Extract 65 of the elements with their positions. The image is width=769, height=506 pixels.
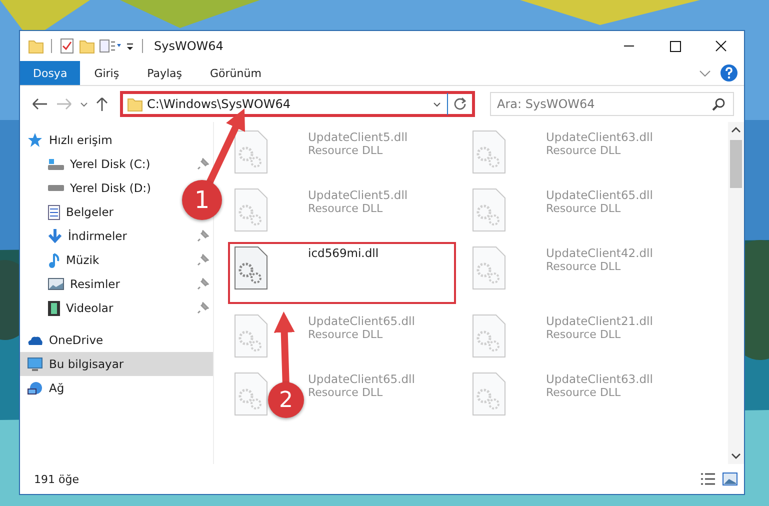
up-icon[interactable]	[94, 96, 110, 112]
sidebar-item[interactable]: Videolar	[66, 301, 114, 315]
file-type: Resource DLL	[546, 144, 622, 157]
file-name[interactable]: icd569mi.dll	[308, 246, 379, 260]
details-view-icon[interactable]	[700, 472, 716, 486]
network-icon	[27, 380, 43, 396]
item-count: 191 öğe	[34, 472, 79, 486]
computer-icon	[27, 356, 43, 372]
folder-icon	[28, 38, 44, 54]
sidebar-item[interactable]: Bu bilgisayar	[20, 352, 213, 376]
file-type: Resource DLL	[546, 260, 622, 273]
music-note-icon	[48, 252, 60, 268]
dll-file-icon	[472, 188, 506, 232]
refresh-icon[interactable]	[452, 96, 468, 112]
scrollbar-thumb[interactable]	[730, 140, 742, 188]
chevron-down-icon[interactable]	[731, 452, 741, 460]
ribbon-tab[interactable]: Dosya	[20, 61, 80, 85]
ribbon-tab[interactable]: Paylaş	[133, 61, 196, 85]
sidebar-item[interactable]: Belgeler	[66, 205, 114, 219]
dll-file-icon	[472, 314, 506, 358]
help-icon[interactable]	[720, 64, 738, 82]
dll-file-icon	[472, 246, 506, 290]
sidebar-item[interactable]: Yerel Disk (D:)	[70, 181, 152, 195]
dll-file-icon	[234, 372, 268, 416]
dll-file-icon	[234, 188, 268, 232]
large-icons-view-icon[interactable]	[722, 472, 738, 486]
file-type: Resource DLL	[546, 328, 622, 341]
ribbon-tab[interactable]: Görünüm	[196, 61, 276, 85]
sidebar-item[interactable]: Hızlı erişim	[20, 128, 213, 152]
drive-icon	[48, 185, 64, 191]
file-type: Resource DLL	[308, 202, 384, 215]
dll-file-icon	[234, 314, 268, 358]
file-type: Resource DLL	[308, 144, 384, 157]
star-icon	[27, 132, 43, 148]
sidebar-item[interactable]: Yerel Disk (C:)	[70, 157, 150, 171]
chevron-up-icon[interactable]	[731, 126, 741, 134]
address-bar[interactable]: C:\Windows\SysWOW64	[120, 91, 475, 117]
window-title: SysWOW64	[154, 39, 224, 53]
film-icon	[48, 300, 60, 316]
sidebar-item[interactable]: Müzik	[66, 253, 100, 267]
document-icon	[48, 204, 60, 220]
sidebar-item[interactable]: İndirmeler	[68, 229, 127, 243]
dll-file-icon	[234, 130, 268, 174]
file-type: Resource DLL	[308, 386, 384, 399]
file-type: Resource DLL	[308, 328, 384, 341]
sidebar-item[interactable]: Ağ	[20, 376, 213, 400]
file-type: Resource DLL	[546, 386, 622, 399]
properties-icon[interactable]	[99, 38, 121, 54]
checklist-icon[interactable]	[59, 38, 75, 54]
address-path[interactable]: C:\Windows\SysWOW64	[147, 97, 290, 111]
scrollbar[interactable]	[728, 122, 744, 464]
sidebar-item[interactable]: Resimler	[70, 277, 120, 291]
dll-file-icon	[234, 246, 268, 290]
drive-icon	[48, 158, 64, 170]
folder-icon	[127, 96, 143, 112]
dll-file-icon	[472, 130, 506, 174]
download-icon	[48, 229, 62, 243]
sidebar-item[interactable]: OneDrive	[20, 328, 213, 352]
file-type: Resource DLL	[546, 202, 622, 215]
back-icon[interactable]	[30, 96, 50, 112]
ribbon-tab[interactable]: Giriş	[80, 61, 134, 85]
image-icon	[48, 278, 64, 290]
search-field[interactable]: Ara: SysWOW64	[490, 92, 734, 116]
dll-file-icon	[472, 372, 506, 416]
search-icon[interactable]	[712, 97, 726, 111]
